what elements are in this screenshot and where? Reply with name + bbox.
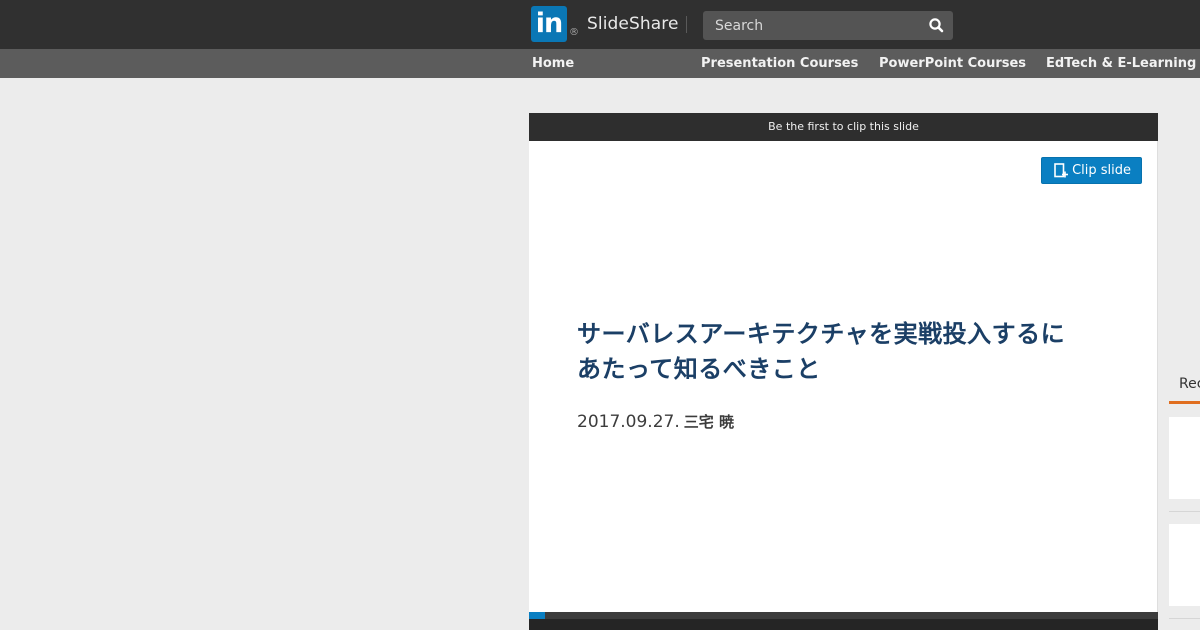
nav-item-home[interactable]: Home bbox=[532, 49, 574, 78]
player-controls-bar bbox=[529, 619, 1158, 630]
tab-active-underline bbox=[1169, 401, 1200, 404]
related-divider bbox=[1169, 511, 1200, 512]
linkedin-logo-icon: in bbox=[531, 6, 567, 42]
nav-item-edtech-elearning[interactable]: EdTech & E-Learning bbox=[1046, 49, 1196, 78]
registered-mark: ® bbox=[569, 26, 579, 38]
slide-progress-bar[interactable] bbox=[529, 612, 1158, 619]
clip-icon bbox=[1054, 163, 1069, 178]
related-divider bbox=[1169, 618, 1200, 619]
nav-item-presentation-courses[interactable]: Presentation Courses bbox=[701, 49, 858, 78]
related-card[interactable] bbox=[1169, 524, 1200, 606]
search-box bbox=[703, 11, 953, 40]
slide-author: 三宅 暁 bbox=[683, 413, 734, 431]
search-input[interactable] bbox=[703, 11, 921, 40]
brand-name: SlideShare bbox=[587, 14, 679, 34]
header-divider bbox=[686, 16, 687, 33]
slide-date: 2017.09.27. bbox=[577, 412, 680, 432]
top-header: in ® SlideShare bbox=[0, 0, 1200, 49]
tab-recommended[interactable]: Rec bbox=[1179, 376, 1200, 392]
slide-title: サーバレスアーキテクチャを実戦投入するに あたって知るべきこと bbox=[577, 317, 1137, 387]
clip-prompt-bar: Be the first to clip this slide bbox=[529, 113, 1158, 141]
clip-slide-label: Clip slide bbox=[1072, 163, 1131, 178]
clip-slide-button[interactable]: Clip slide bbox=[1041, 157, 1142, 184]
slide-subtitle: 2017.09.27. 三宅 暁 bbox=[577, 411, 734, 432]
related-card[interactable] bbox=[1169, 417, 1200, 499]
search-icon[interactable] bbox=[928, 17, 945, 34]
slide-viewer[interactable]: Clip slide サーバレスアーキテクチャを実戦投入するに あたって知るべき… bbox=[529, 141, 1158, 612]
nav-item-powerpoint-courses[interactable]: PowerPoint Courses bbox=[879, 49, 1026, 78]
slide-progress-fill bbox=[529, 612, 545, 619]
slide-title-line-2: あたって知るべきこと bbox=[577, 355, 821, 383]
category-nav: Home Presentation Courses PowerPoint Cou… bbox=[0, 49, 1200, 78]
slide-title-line-1: サーバレスアーキテクチャを実戦投入するに bbox=[577, 320, 1066, 348]
slideshare-logo-link[interactable]: in ® SlideShare bbox=[531, 6, 679, 42]
